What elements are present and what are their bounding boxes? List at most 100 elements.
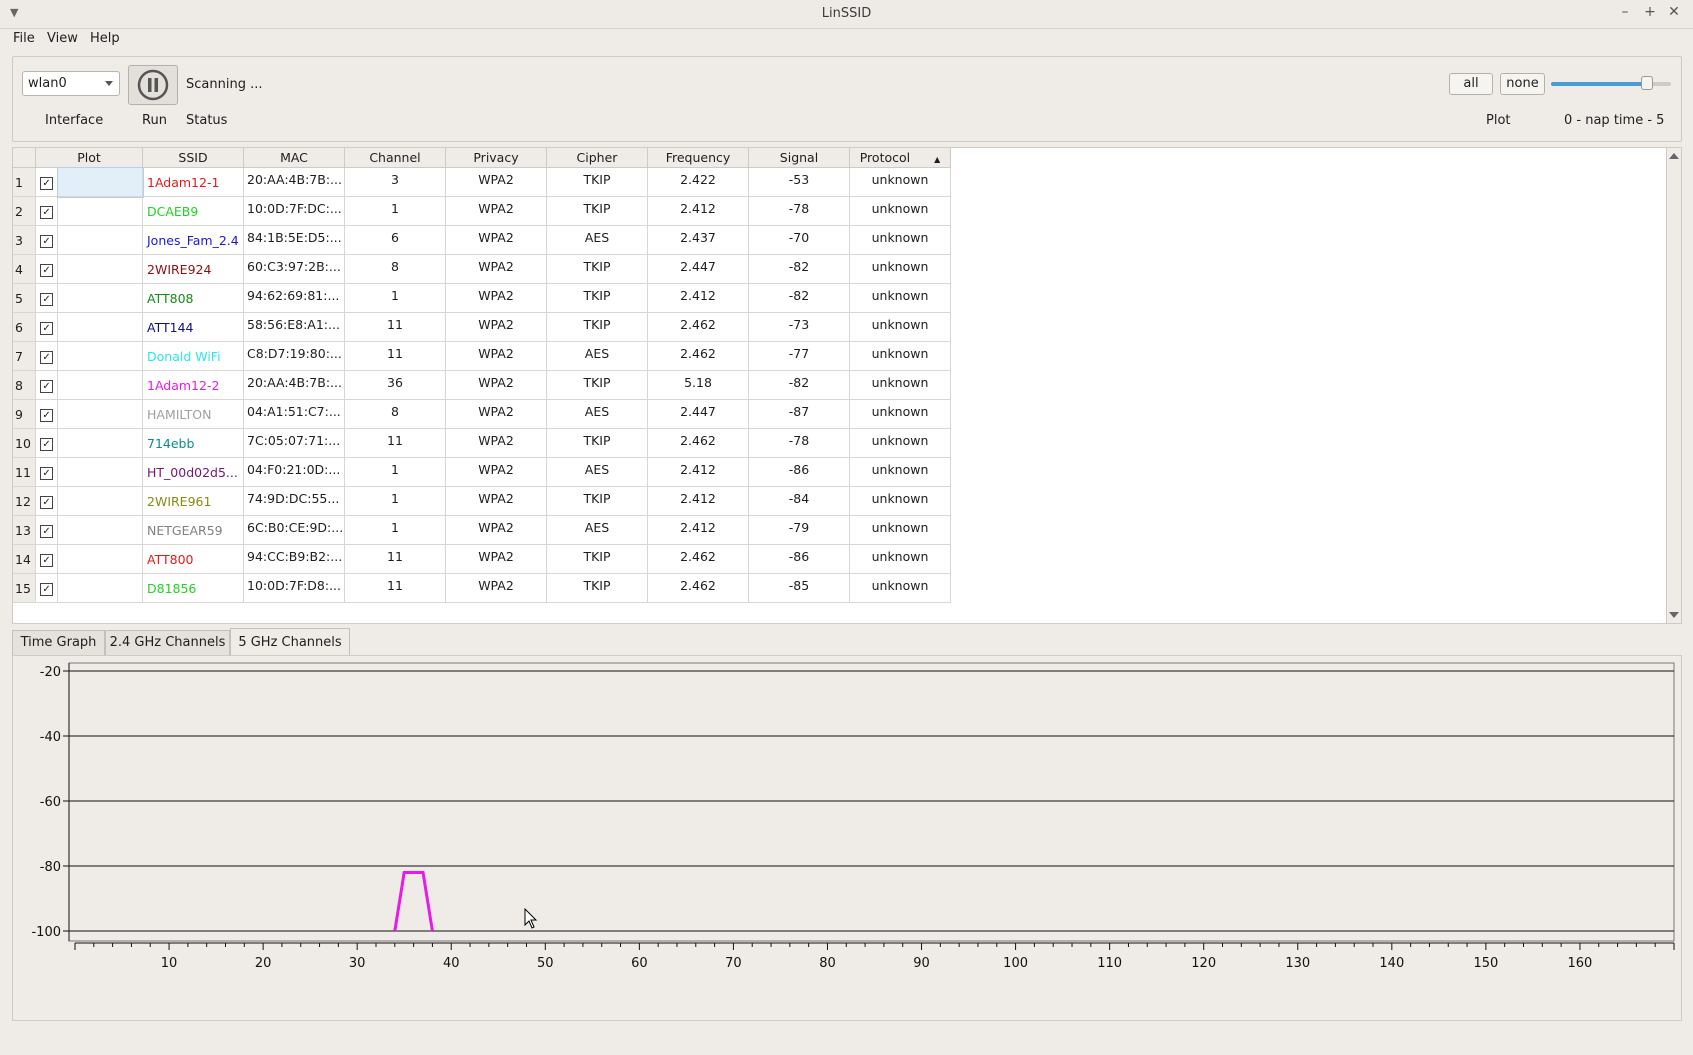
plot-checkbox[interactable]: ✓: [35, 225, 59, 255]
menu-file[interactable]: File: [13, 31, 35, 46]
plot-color-cell[interactable]: [57, 457, 143, 487]
tab-24ghz-channels[interactable]: 2.4 GHz Channels: [105, 630, 230, 656]
interface-select[interactable]: wlan0: [22, 71, 120, 96]
checkmark-icon[interactable]: ✓: [40, 437, 54, 451]
checkmark-icon[interactable]: ✓: [40, 524, 54, 538]
scroll-up-icon[interactable]: [1669, 153, 1679, 159]
plot-checkbox[interactable]: ✓: [35, 254, 59, 284]
plot-checkbox[interactable]: ✓: [35, 544, 59, 574]
checkmark-icon[interactable]: ✓: [40, 379, 54, 393]
table-row[interactable]: 5 ✓ ATT808 94:62:69:81:... 1 WPA2 TKIP 2.412 -82…: [13, 283, 951, 313]
plot-checkbox[interactable]: ✓: [35, 370, 59, 400]
maximize-icon[interactable]: +: [1640, 4, 1660, 20]
row-number: 10: [13, 428, 36, 458]
plot-none-button[interactable]: none: [1500, 73, 1545, 95]
table-row[interactable]: 14 ✓ ATT800 94:CC:B9:B2:... 11 WPA2 TKIP 2.462-…: [13, 544, 951, 574]
nap-time-slider[interactable]: [1551, 76, 1671, 90]
plot-checkbox[interactable]: ✓: [35, 486, 59, 516]
plot-checkbox[interactable]: ✓: [35, 573, 59, 603]
table-row[interactable]: 3 ✓ Jones_Fam_2.4 84:1B:5E:D5:... 6 WPA2 AES 2.…: [13, 225, 951, 255]
plot-checkbox[interactable]: ✓: [35, 399, 59, 429]
plot-color-cell[interactable]: [56, 166, 144, 198]
plot-checkbox[interactable]: ✓: [35, 341, 59, 371]
x-tick-label: 40: [443, 956, 460, 971]
plot-color-cell[interactable]: [57, 283, 143, 313]
table-row[interactable]: 11 ✓ HT_00d02d5... 04:F0:21:0D:... 1 WPA2 AES 2…: [13, 457, 951, 487]
plot-color-cell[interactable]: [57, 573, 143, 603]
table-row[interactable]: 15 ✓ D81856 10:0D:7F:D8:... 11 WPA2 TKIP 2.462-…: [13, 573, 951, 603]
plot-color-cell[interactable]: [57, 428, 143, 458]
table-vertical-scrollbar[interactable]: [1666, 148, 1681, 623]
privacy-cell: WPA2: [445, 225, 547, 255]
plot-color-cell[interactable]: [57, 486, 143, 516]
plot-color-cell[interactable]: [57, 341, 143, 371]
table-row[interactable]: 12 ✓ 2WIRE961 74:9D:DC:55... 1 WPA2 TKIP 2.412-…: [13, 486, 951, 516]
close-icon[interactable]: ✕: [1664, 4, 1684, 20]
checkmark-icon[interactable]: ✓: [40, 408, 54, 422]
checkmark-icon[interactable]: ✓: [40, 466, 54, 480]
scroll-down-icon[interactable]: [1669, 612, 1679, 618]
plot-all-button[interactable]: all: [1449, 73, 1493, 95]
checkmark-icon[interactable]: ✓: [40, 495, 54, 509]
signal-cell: -78: [748, 428, 850, 458]
table-row[interactable]: 6 ✓ ATT144 58:56:E8:A1:... 11 WPA2 TKIP 2.462 -7…: [13, 312, 951, 342]
checkmark-icon[interactable]: ✓: [40, 263, 54, 277]
mac-cell: C8:D7:19:80:...: [243, 341, 345, 371]
col-ssid-header[interactable]: SSID: [142, 148, 244, 168]
plot-checkbox[interactable]: ✓: [35, 428, 59, 458]
plot-color-cell[interactable]: [57, 370, 143, 400]
col-plot-header[interactable]: Plot: [35, 148, 143, 168]
nap-time-slider-handle[interactable]: [1641, 76, 1653, 90]
plot-color-cell[interactable]: [57, 196, 143, 226]
plot-color-cell[interactable]: [57, 312, 143, 342]
plot-color-cell[interactable]: [57, 254, 143, 284]
minimize-icon[interactable]: –: [1615, 4, 1635, 20]
checkmark-icon[interactable]: ✓: [40, 350, 54, 364]
plot-checkbox[interactable]: ✓: [35, 515, 59, 545]
col-channel-header[interactable]: Channel: [344, 148, 446, 168]
table-row[interactable]: 8 ✓ 1Adam12-2 20:AA:4B:7B:... 36 WPA2 TKIP 5.18…: [13, 370, 951, 400]
table-row[interactable]: 7 ✓ Donald WiFi C8:D7:19:80:... 11 WPA2 AES 2.4…: [13, 341, 951, 371]
col-privacy-header[interactable]: Privacy: [445, 148, 547, 168]
checkmark-icon[interactable]: ✓: [40, 553, 54, 567]
col-signal-header[interactable]: Signal: [748, 148, 850, 168]
table-row[interactable]: 10 ✓ 714ebb 7C:05:07:71:... 11 WPA2 TKIP 2.462-…: [13, 428, 951, 458]
table-row[interactable]: 2 ✓ DCAEB9 10:0D:7F:DC:... 1 WPA2 TKIP 2.412 -78…: [13, 196, 951, 226]
status-label: Status: [186, 113, 228, 128]
menu-view[interactable]: View: [47, 31, 78, 46]
plot-color-cell[interactable]: [57, 225, 143, 255]
table-row[interactable]: 1 ✓ 1Adam12-1 20:AA:4B:7B:... 3 WPA2 TKIP 2.422…: [13, 166, 951, 198]
plot-color-cell[interactable]: [57, 544, 143, 574]
cipher-cell: TKIP: [546, 428, 648, 458]
plot-color-cell[interactable]: [57, 399, 143, 429]
col-protocol-header[interactable]: Protocol ▲: [849, 148, 951, 168]
y-tick-label: -60: [40, 795, 61, 810]
checkmark-icon[interactable]: ✓: [40, 176, 54, 190]
tab-5ghz-channels[interactable]: 5 GHz Channels: [230, 628, 350, 655]
checkmark-icon[interactable]: ✓: [40, 292, 54, 306]
table-row[interactable]: 9 ✓ HAMILTON 04:A1:51:C7:... 8 WPA2 AES 2.447 -8…: [13, 399, 951, 429]
plot-checkbox[interactable]: ✓: [35, 167, 59, 197]
col-mac-header[interactable]: MAC: [243, 148, 345, 168]
protocol-cell: unknown: [849, 254, 951, 284]
menu-help[interactable]: Help: [90, 31, 120, 46]
checkmark-icon[interactable]: ✓: [40, 234, 54, 248]
col-frequency-header[interactable]: Frequency: [647, 148, 749, 168]
checkmark-icon[interactable]: ✓: [40, 582, 54, 596]
ssid-cell: ATT800: [142, 544, 244, 574]
plot-color-cell[interactable]: [57, 515, 143, 545]
col-cipher-header[interactable]: Cipher: [546, 148, 648, 168]
plot-checkbox[interactable]: ✓: [35, 283, 59, 313]
plot-checkbox[interactable]: ✓: [35, 196, 59, 226]
plot-checkbox[interactable]: ✓: [35, 312, 59, 342]
tab-time-graph[interactable]: Time Graph: [12, 630, 105, 656]
x-tick-label: 140: [1379, 956, 1404, 971]
table-row[interactable]: 4 ✓ 2WIRE924 60:C3:97:2B:... 8 WPA2 TKIP 2.447-…: [13, 254, 951, 284]
run-pause-button[interactable]: [128, 65, 178, 105]
checkmark-icon[interactable]: ✓: [40, 321, 54, 335]
table-row[interactable]: 13 ✓ NETGEAR59 6C:B0:CE:9D:... 1 WPA2 AES 2.412…: [13, 515, 951, 545]
plot-checkbox[interactable]: ✓: [35, 457, 59, 487]
signal-cell: -79: [748, 515, 850, 545]
checkmark-icon[interactable]: ✓: [40, 205, 54, 219]
ssid-cell: NETGEAR59: [142, 515, 244, 545]
